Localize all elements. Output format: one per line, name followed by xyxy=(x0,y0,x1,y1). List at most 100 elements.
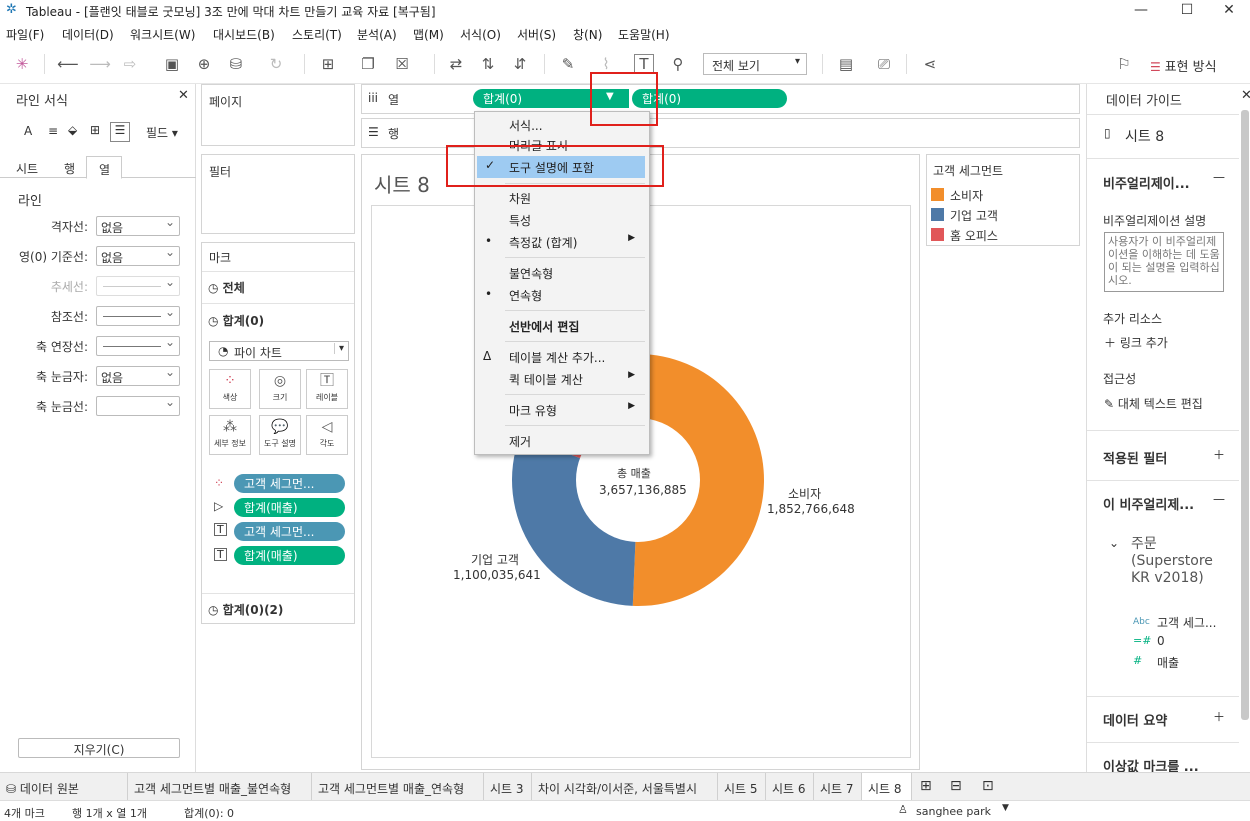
tab-datasource[interactable]: ⛁ 데이터 원본 xyxy=(0,773,128,801)
axis-ruler-select[interactable]: 없음 xyxy=(96,365,180,386)
tableau-home-icon[interactable]: ✳ xyxy=(10,52,34,76)
size-button[interactable]: ◎ 크기 xyxy=(259,369,301,409)
zero-line-select[interactable]: 없음 xyxy=(96,245,180,266)
sheet-tab[interactable]: 시트 3 xyxy=(484,773,532,801)
menu-item-mark-type[interactable]: 마크 유형 ▶ xyxy=(475,400,649,420)
grid-lines-select[interactable]: 없음 xyxy=(96,215,180,236)
font-icon[interactable]: A xyxy=(24,124,32,138)
close-window-button[interactable]: ✕ xyxy=(1206,0,1250,22)
new-dashboard-icon[interactable]: ⊟ xyxy=(950,778,962,794)
menu-item-quick-table-calc[interactable]: 퀵 테이블 계산 ▶ xyxy=(475,369,649,389)
shading-icon[interactable]: ⬙ xyxy=(68,123,77,137)
lines-icon[interactable]: ☰ xyxy=(110,122,130,142)
color-pill[interactable]: 고객 세그먼... xyxy=(234,474,345,493)
filters-shelf[interactable]: 필터 xyxy=(201,154,355,234)
applied-filters-header[interactable]: 적용된 필터 xyxy=(1103,448,1167,467)
swap-icon[interactable]: ⇄ xyxy=(444,52,468,76)
field-item[interactable]: 고객 세그... xyxy=(1157,614,1216,631)
tab-rows[interactable]: 행 xyxy=(64,160,75,177)
menu-item-attribute[interactable]: 특성 xyxy=(475,210,649,230)
sheet-tab-active[interactable]: 시트 8 xyxy=(862,773,912,801)
undo-icon[interactable]: ⟵ xyxy=(56,52,80,76)
new-worksheet-icon[interactable]: ⊞ xyxy=(316,52,340,76)
collapse-icon[interactable]: — xyxy=(1213,492,1225,506)
label-pill[interactable]: 고객 세그먼... xyxy=(234,522,345,541)
sheet-tab[interactable]: 시트 5 xyxy=(718,773,766,801)
menu-format[interactable]: 서식(O) xyxy=(460,26,501,43)
this-viz-header[interactable]: 이 비주얼리제... xyxy=(1103,494,1194,513)
new-story-icon[interactable]: ⊡ xyxy=(982,778,994,794)
fix-axes-icon[interactable]: ⚲ xyxy=(666,52,690,76)
sheet-tab[interactable]: 고객 세그먼트별 매출_연속형 xyxy=(312,773,484,801)
collapse-icon[interactable]: — xyxy=(1213,170,1225,184)
share-icon[interactable]: ⋖ xyxy=(918,52,942,76)
sheet-tab[interactable]: 고객 세그먼트별 매출_불연속형 xyxy=(128,773,312,801)
rows-shelf[interactable]: ☰ 행 xyxy=(361,118,1080,148)
plus-icon[interactable]: ＋ xyxy=(1213,708,1225,725)
clear-sheet-icon[interactable]: ☒ xyxy=(390,52,414,76)
close-icon[interactable]: ✕ xyxy=(178,88,189,103)
menu-help[interactable]: 도움말(H) xyxy=(618,26,670,43)
format-painter-icon[interactable]: ⚐ xyxy=(1112,52,1136,76)
chevron-down-icon[interactable]: ⌄ xyxy=(1109,536,1119,550)
minimize-button[interactable]: — xyxy=(1118,0,1164,22)
sheet-tab[interactable]: 시트 7 xyxy=(814,773,862,801)
data-summary-header[interactable]: 데이터 요약 xyxy=(1103,710,1167,729)
presentation-icon[interactable]: ⎚ xyxy=(872,52,896,76)
align-icon[interactable]: ≡ xyxy=(48,124,58,138)
label-pill-sales[interactable]: 합계(매출) xyxy=(234,546,345,565)
legend-item[interactable]: 소비자 xyxy=(931,187,1071,205)
axis-extension-select[interactable] xyxy=(96,335,180,356)
marks-sum02[interactable]: ◷ 합계(0)(2) xyxy=(208,601,283,618)
tab-columns[interactable]: 열 xyxy=(86,156,122,179)
add-link-button[interactable]: ＋ 링크 추가 xyxy=(1104,334,1168,351)
menu-item-discrete[interactable]: 불연속형 xyxy=(475,263,649,283)
menu-item-add-table-calc[interactable]: Δ 테이블 계산 추가... xyxy=(475,347,649,367)
menu-item-edit-in-shelf[interactable]: 선반에서 편집 xyxy=(475,316,649,336)
trend-line-select[interactable] xyxy=(96,275,180,296)
highlight-icon[interactable]: ✎ xyxy=(556,52,580,76)
legend-item[interactable]: 기업 고객 xyxy=(931,207,1071,225)
new-worksheet-icon[interactable]: ⊞ xyxy=(920,778,932,794)
sheet-tab[interactable]: 차이 시각화/이서준, 서울특별시 xyxy=(532,773,718,801)
refresh-icon[interactable]: ↻ xyxy=(264,52,288,76)
menu-map[interactable]: 맵(M) xyxy=(413,26,444,43)
field-item[interactable]: 매출 xyxy=(1157,654,1179,671)
columns-shelf[interactable]: iii 열 합계(0) ▼ 합계(0) xyxy=(361,84,1080,114)
plus-icon[interactable]: ＋ xyxy=(1213,446,1225,463)
user-menu[interactable]: sanghee park xyxy=(916,805,991,818)
field-item[interactable]: 0 xyxy=(1157,634,1165,648)
menu-server[interactable]: 서버(S) xyxy=(517,26,556,43)
pages-shelf[interactable]: 페이지 xyxy=(201,84,355,146)
reference-line-select[interactable] xyxy=(96,305,180,326)
clear-button[interactable]: 지우기(C) xyxy=(18,738,180,758)
forward-icon[interactable]: ⇨ xyxy=(118,52,142,76)
detail-button[interactable]: ⁂ 세부 정보 xyxy=(209,415,251,455)
duplicate-sheet-icon[interactable]: ❐ xyxy=(356,52,380,76)
color-button[interactable]: ⁘ 색상 xyxy=(209,369,251,409)
marks-all[interactable]: ◷ 전체 xyxy=(208,279,245,296)
chevron-down-icon[interactable]: ▼ xyxy=(1002,803,1009,813)
viz-description-input[interactable]: 사용자가 이 비주얼리제이션을 이해하는 데 도움이 되는 설명을 입력하십시오… xyxy=(1104,232,1224,292)
show-me-button[interactable]: ☰ 표현 방식 xyxy=(1150,56,1217,75)
viz-desc-header[interactable]: 비주얼리제이... xyxy=(1103,173,1190,192)
sort-ascending-icon[interactable]: ⇅ xyxy=(476,52,500,76)
menu-worksheet[interactable]: 워크시트(W) xyxy=(130,26,195,43)
mark-type-select[interactable]: ◔ 파이 차트 ▾ xyxy=(209,341,349,361)
menu-item-dimension[interactable]: 차원 xyxy=(475,188,649,208)
menu-dashboard[interactable]: 대시보드(B) xyxy=(213,26,275,43)
edit-alt-text-button[interactable]: ✎ 대체 텍스트 편집 xyxy=(1104,395,1203,412)
tooltip-button[interactable]: 💬 도구 설명 xyxy=(259,415,301,455)
marks-sum0[interactable]: ◷ 합계(0) xyxy=(208,312,264,329)
angle-button[interactable]: ◁ 각도 xyxy=(306,415,348,455)
new-datasource-icon[interactable]: ⊕ xyxy=(192,52,216,76)
borders-icon[interactable]: ⊞ xyxy=(90,123,100,137)
label-button[interactable]: 🅃 레이블 xyxy=(306,369,348,409)
scrollbar[interactable] xyxy=(1241,110,1249,720)
menu-data[interactable]: 데이터(D) xyxy=(62,26,114,43)
datasource-icon[interactable]: ⛁ xyxy=(224,52,248,76)
menu-file[interactable]: 파일(F) xyxy=(6,26,44,43)
fields-dropdown[interactable]: 필드 ▾ xyxy=(146,124,178,141)
close-icon[interactable]: ✕ xyxy=(1241,88,1250,103)
tab-sheet[interactable]: 시트 xyxy=(16,160,38,177)
